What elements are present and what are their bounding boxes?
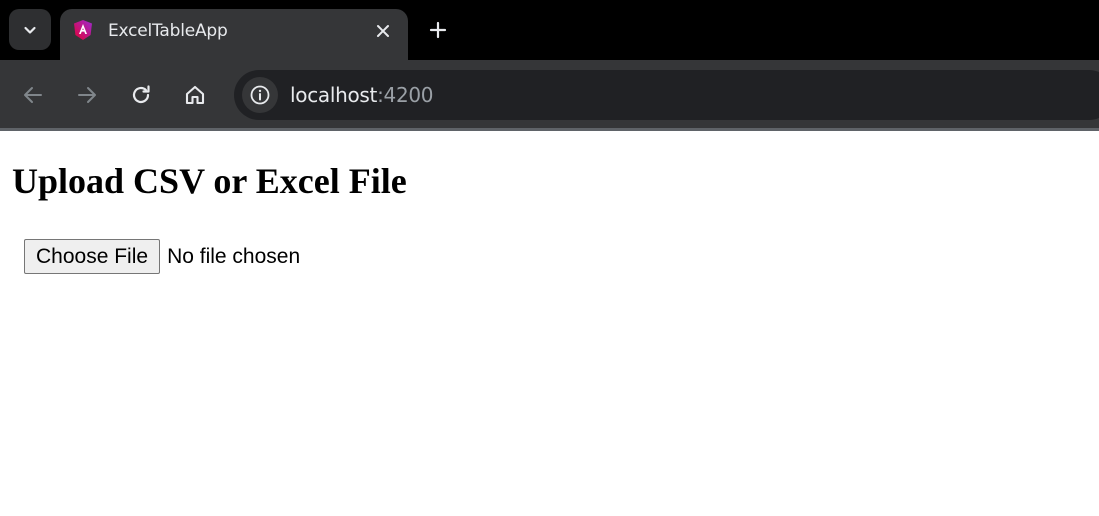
- plus-icon: [429, 21, 447, 39]
- choose-file-button[interactable]: Choose File: [24, 239, 161, 274]
- new-tab-button[interactable]: [424, 16, 452, 44]
- url-port: :4200: [377, 83, 434, 107]
- page-title: Upload CSV or Excel File: [12, 161, 407, 201]
- file-status-text: No file chosen: [167, 244, 301, 268]
- url-text[interactable]: localhost:4200: [290, 83, 434, 107]
- home-icon: [185, 85, 205, 105]
- arrow-left-icon: [24, 87, 42, 103]
- arrow-right-icon: [78, 87, 96, 103]
- tab-strip: ExcelTableApp: [0, 0, 1099, 60]
- site-info-button[interactable]: [242, 77, 278, 113]
- forward-button[interactable]: [73, 81, 101, 109]
- page-content: Upload CSV or Excel File Choose File No …: [0, 131, 1099, 516]
- reload-icon: [132, 85, 150, 104]
- reload-button[interactable]: [127, 81, 155, 109]
- active-tab[interactable]: ExcelTableApp: [60, 9, 408, 60]
- file-input[interactable]: Choose File No file chosen: [24, 239, 300, 274]
- browser-toolbar: localhost:4200: [0, 60, 1099, 130]
- home-button[interactable]: [181, 81, 209, 109]
- chevron-down-icon: [24, 26, 36, 34]
- back-button[interactable]: [19, 81, 47, 109]
- close-tab-button[interactable]: [372, 20, 394, 42]
- url-host: localhost: [290, 83, 378, 107]
- tab-title: ExcelTableApp: [108, 21, 228, 41]
- close-icon: [377, 25, 389, 37]
- tab-search-button[interactable]: [9, 9, 51, 50]
- address-bar[interactable]: localhost:4200: [234, 70, 1099, 120]
- angular-logo-icon: [72, 19, 94, 41]
- info-icon: [250, 85, 270, 105]
